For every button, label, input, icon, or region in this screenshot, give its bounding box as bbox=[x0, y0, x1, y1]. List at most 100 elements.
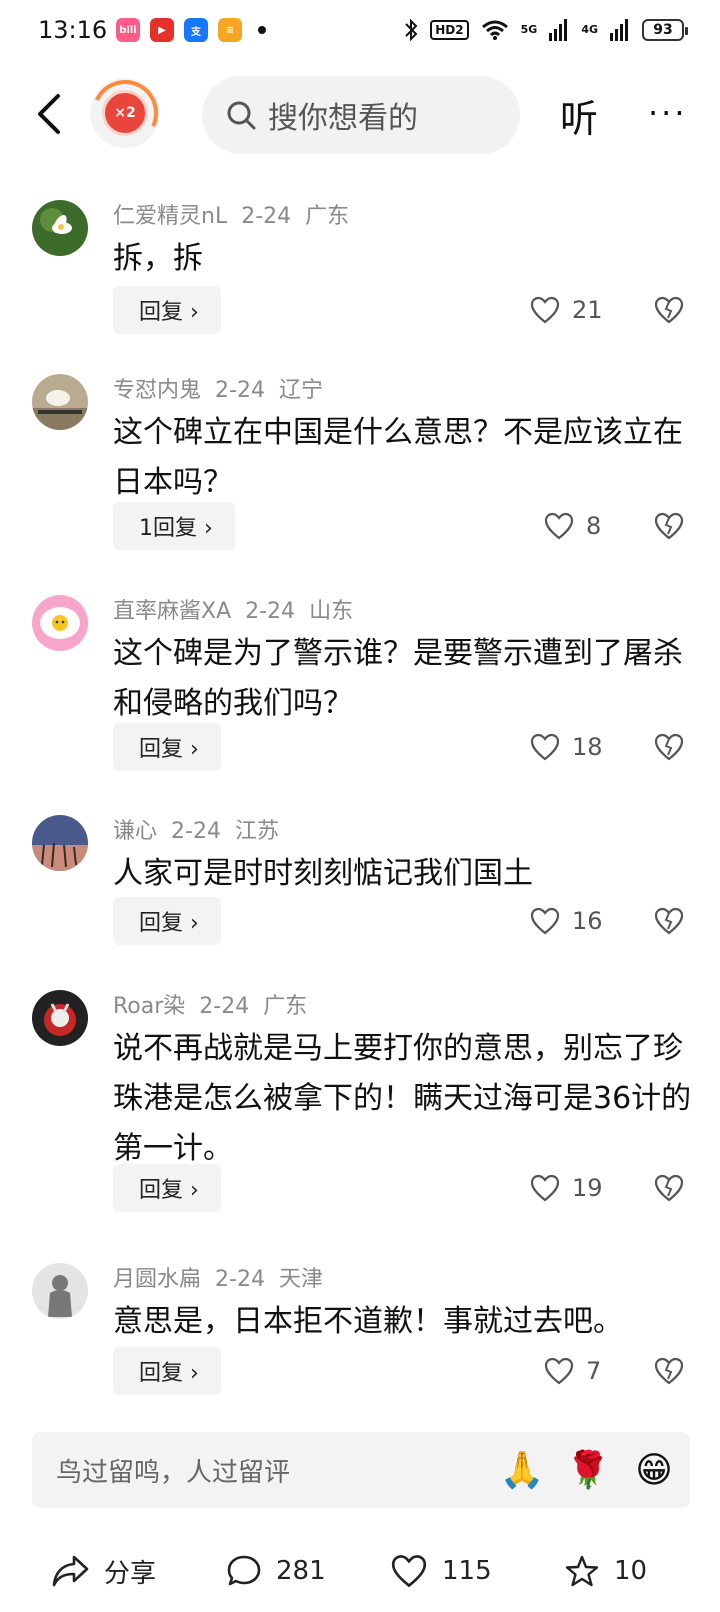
comment-location: 辽宁 bbox=[278, 378, 323, 403]
comment-date: 2-24 bbox=[245, 599, 296, 624]
listen-button[interactable]: 听 bbox=[560, 88, 598, 143]
heart-icon bbox=[544, 512, 574, 540]
like-button[interactable]: 21 bbox=[530, 286, 603, 334]
search-input[interactable]: 搜你想看的 bbox=[202, 76, 520, 154]
dislike-button[interactable] bbox=[654, 502, 684, 550]
bilibili-app-icon: bili bbox=[116, 18, 140, 42]
dislike-button[interactable] bbox=[654, 1164, 684, 1212]
bluetooth-icon bbox=[405, 18, 418, 42]
reply-button[interactable]: 回复 › bbox=[113, 1347, 221, 1395]
like-button[interactable]: 8 bbox=[544, 502, 601, 550]
comment-username[interactable]: 专怼内鬼 bbox=[113, 378, 201, 403]
comment-count-button[interactable]: 281 bbox=[226, 1540, 326, 1602]
like-button[interactable]: 16 bbox=[530, 897, 603, 945]
like-count: 21 bbox=[572, 296, 603, 324]
comment-location: 广东 bbox=[263, 994, 308, 1019]
reply-button[interactable]: 1回复 › bbox=[113, 502, 235, 550]
comment-location: 山东 bbox=[309, 599, 354, 624]
search-placeholder: 搜你想看的 bbox=[268, 101, 418, 136]
star-icon bbox=[565, 1555, 599, 1587]
heart-icon bbox=[530, 907, 560, 935]
like-count: 19 bbox=[572, 1174, 603, 1202]
dislike-button[interactable] bbox=[654, 723, 684, 771]
comment-count: 281 bbox=[276, 1556, 326, 1586]
reply-button[interactable]: 回复 › bbox=[113, 897, 221, 945]
avatar[interactable] bbox=[32, 815, 88, 871]
signal-4g-label: 4G bbox=[581, 23, 598, 36]
signal-5g-label: 5G bbox=[520, 23, 538, 36]
dislike-button[interactable] bbox=[654, 1347, 684, 1395]
comment-meta: 月圆水扁 2-24 天津 bbox=[113, 1261, 337, 1293]
comment-input[interactable]: 鸟过留鸣，人过留评 🙏 🌹 😁 bbox=[32, 1432, 690, 1508]
comment-username[interactable]: 仁爱精灵nL bbox=[113, 204, 227, 229]
like-button[interactable]: 19 bbox=[530, 1164, 603, 1212]
heart-icon bbox=[530, 733, 560, 761]
share-button[interactable]: 分享 bbox=[52, 1540, 156, 1602]
comment-username[interactable]: 谦心 bbox=[113, 819, 157, 844]
notification-dot-icon bbox=[258, 26, 266, 34]
comment-text: 这个碑是为了警示谁？是要警示遭到了屠杀和侵略的我们吗？ bbox=[113, 636, 683, 721]
share-label: 分享 bbox=[104, 1558, 157, 1589]
comment-list: 仁爱精灵nL 2-24 广东 拆，拆 回复 › 21 专怼内鬼 2-24 辽宁 这个碑立… bbox=[0, 190, 720, 1420]
reply-button[interactable]: 回复 › bbox=[113, 1164, 221, 1212]
avatar[interactable] bbox=[32, 1263, 88, 1319]
reward-badge[interactable]: ×2 bbox=[82, 70, 168, 156]
broken-heart-icon bbox=[654, 1174, 684, 1202]
top-nav: ×2 搜你想看的 听 ··· bbox=[0, 68, 720, 160]
broken-heart-icon bbox=[654, 733, 684, 761]
avatar[interactable] bbox=[32, 595, 88, 651]
comment-text: 说不再战就是马上要打你的意思，别忘了珍珠港是怎么被拿下的！瞒天过海可是36计的第… bbox=[113, 1031, 692, 1166]
rose-emoji-button[interactable]: 🌹 bbox=[558, 1449, 618, 1491]
comment-username[interactable]: Roar染 bbox=[113, 994, 185, 1019]
bottom-action-bar: 分享 281 115 10 bbox=[0, 1540, 720, 1602]
post-like-count: 115 bbox=[442, 1556, 492, 1586]
like-count: 7 bbox=[586, 1357, 602, 1385]
broken-heart-icon bbox=[654, 907, 684, 935]
status-app-icons: bili ▶ 支 ≡ bbox=[116, 18, 266, 42]
heart-icon bbox=[530, 296, 560, 324]
heart-icon bbox=[544, 1357, 574, 1385]
status-time: 13:16 bbox=[38, 16, 108, 44]
wifi-icon bbox=[481, 20, 508, 40]
video-app-icon: ▶ bbox=[150, 18, 174, 42]
favorite-count: 10 bbox=[614, 1556, 648, 1586]
comment-date: 2-24 bbox=[215, 378, 265, 403]
comment-text: 人家可是时时刻刻惦记我们国土 bbox=[113, 856, 533, 891]
avatar[interactable] bbox=[32, 374, 88, 430]
comment-text: 这个碑立在中国是什么意思？不是应该立在日本吗？ bbox=[113, 415, 683, 500]
heart-icon bbox=[391, 1555, 427, 1588]
battery-icon: 93 bbox=[642, 19, 688, 41]
comment-location: 江苏 bbox=[234, 819, 279, 844]
pray-emoji-button[interactable]: 🙏 bbox=[492, 1449, 552, 1491]
like-button[interactable]: 7 bbox=[544, 1347, 601, 1395]
comment-text: 意思是，日本拒不道歉！事就过去吧。 bbox=[113, 1304, 623, 1339]
like-count: 18 bbox=[572, 733, 603, 761]
wallet-app-icon: ≡ bbox=[218, 18, 242, 42]
grin-emoji-button[interactable]: 😁 bbox=[624, 1450, 684, 1491]
comment-text: 拆，拆 bbox=[113, 241, 203, 276]
broken-heart-icon bbox=[654, 296, 684, 324]
status-right: HD2 5G 4G 93 bbox=[404, 18, 688, 42]
comment-username[interactable]: 直率麻酱XA bbox=[113, 599, 231, 624]
dislike-button[interactable] bbox=[654, 286, 684, 334]
comment-username[interactable]: 月圆水扁 bbox=[113, 1267, 201, 1292]
favorite-button[interactable]: 10 bbox=[564, 1540, 647, 1602]
comment-date: 2-24 bbox=[199, 994, 250, 1019]
hd-voice-icon: HD2 bbox=[430, 20, 469, 40]
more-button[interactable]: ··· bbox=[648, 94, 688, 132]
avatar[interactable] bbox=[32, 990, 88, 1046]
signal-bars-icon bbox=[610, 19, 628, 41]
reply-button[interactable]: 回复 › bbox=[113, 286, 221, 334]
back-arrow-icon[interactable] bbox=[30, 90, 70, 138]
avatar[interactable] bbox=[32, 200, 88, 256]
like-post-button[interactable]: 115 bbox=[390, 1540, 492, 1602]
comment-meta: Roar染 2-24 广东 bbox=[113, 988, 321, 1020]
like-button[interactable]: 18 bbox=[530, 723, 603, 771]
dislike-button[interactable] bbox=[654, 897, 684, 945]
comment-bubble-icon bbox=[227, 1555, 261, 1586]
signal-bars-icon bbox=[549, 19, 568, 41]
progress-ring bbox=[82, 70, 168, 156]
comment-date: 2-24 bbox=[215, 1267, 265, 1292]
comment-date: 2-24 bbox=[171, 819, 221, 844]
reply-button[interactable]: 回复 › bbox=[113, 723, 221, 771]
